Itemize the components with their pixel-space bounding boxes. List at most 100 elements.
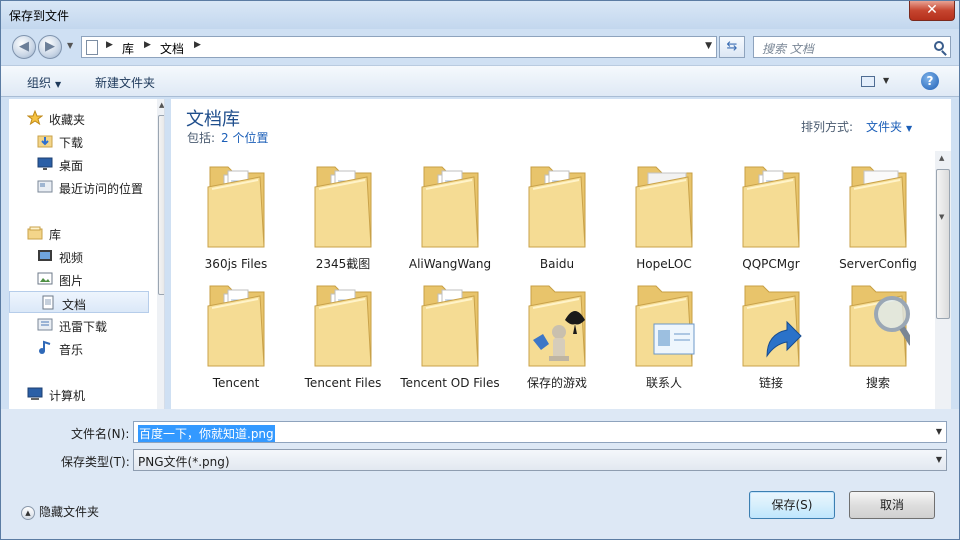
address-bar[interactable]: ▶ 库 ▶ 文档 ▶ ▼: [81, 36, 717, 58]
file-list-pane: 文档库 包括: 2 个位置 排列方式: 文件夹 ▼ 360js Files 2345截…: [171, 99, 951, 409]
folder-name: 2345截图: [315, 257, 371, 271]
window-title: 保存到文件: [9, 9, 70, 23]
navigation-pane: 收藏夹下载桌面最近访问的位置库视频图片文档迅雷下载 音乐计算机 ▲: [9, 99, 165, 409]
search-input[interactable]: 搜索 文档: [753, 36, 951, 58]
breadcrumb-documents[interactable]: 文档: [160, 40, 184, 57]
sidebar-item-star[interactable]: 收藏夹: [9, 107, 149, 129]
chevron-up-icon: ▲: [21, 505, 35, 520]
chevron-down-icon[interactable]: ▼: [936, 427, 942, 436]
breadcrumb-separator-icon[interactable]: ▶: [106, 40, 113, 50]
sidebar-item-video[interactable]: 视频: [9, 245, 149, 267]
breadcrumb-library[interactable]: 库: [122, 40, 134, 57]
folder-name: 联系人: [645, 376, 682, 390]
pictures-icon: [37, 271, 53, 286]
scrollbar-thumb[interactable]: [936, 169, 950, 319]
view-options-dropdown-icon[interactable]: ▼: [883, 76, 889, 85]
folder-name: Tencent OD Files: [400, 376, 500, 390]
new-folder-button[interactable]: 新建文件夹: [95, 74, 155, 91]
chevron-down-icon[interactable]: ▼: [936, 455, 942, 464]
chevron-down-icon: ▼: [55, 80, 62, 89]
music-icon: [37, 340, 53, 355]
sidebar-item-label: 图片: [59, 274, 84, 288]
chevron-down-icon: ▼: [906, 124, 913, 133]
back-button[interactable]: ◀: [12, 35, 36, 59]
sidebar-item-documents[interactable]: 文档: [9, 291, 149, 313]
cancel-button[interactable]: 取消: [849, 491, 935, 519]
folder-item[interactable]: 链接: [721, 280, 821, 398]
document-icon: [86, 40, 98, 55]
library-includes: 包括: 2 个位置: [187, 129, 269, 146]
folder-item[interactable]: 搜索: [828, 280, 928, 398]
filename-value[interactable]: 百度一下，你就知道.png: [138, 425, 275, 442]
folder-item[interactable]: 360js Files: [186, 161, 286, 279]
recent-pages-dropdown-icon[interactable]: ▼: [67, 41, 73, 50]
sidebar-item-recent-places[interactable]: 最近访问的位置: [9, 176, 149, 198]
filetype-select[interactable]: PNG文件(*.png) ▼: [133, 449, 947, 471]
navigation-scrollbar[interactable]: ▲: [157, 99, 164, 409]
downloads-folder-icon: [37, 133, 53, 148]
sidebar-item-computer[interactable]: 计算机: [9, 383, 149, 405]
locations-link[interactable]: 2 个位置: [221, 131, 268, 145]
hide-folders-toggle[interactable]: ▲ 隐藏文件夹: [21, 503, 99, 520]
sidebar-item-desktop[interactable]: 桌面: [9, 153, 149, 175]
sidebar-item-label: 收藏夹: [49, 113, 86, 127]
sort-by-dropdown[interactable]: 文件夹 ▼: [866, 118, 912, 135]
address-dropdown-icon[interactable]: ▼: [705, 41, 712, 51]
filename-label: 文件名(N):: [71, 427, 130, 441]
sidebar-item-music[interactable]: 音乐: [9, 337, 149, 359]
save-button[interactable]: 保存(S): [749, 491, 835, 519]
library-icon: [27, 225, 43, 240]
forward-button[interactable]: ▶: [38, 35, 62, 59]
title-bar[interactable]: 保存到文件 ✕: [1, 1, 959, 29]
folder-item[interactable]: 2345截图: [293, 161, 393, 279]
organize-menu-button[interactable]: 组织 ▼: [27, 74, 61, 91]
change-view-icon[interactable]: [861, 76, 875, 87]
refresh-button[interactable]: ⇆: [719, 36, 745, 58]
thunder-download-icon: [37, 317, 53, 332]
folder-item[interactable]: 联系人: [614, 280, 714, 398]
folder-name: QQPCMgr: [742, 257, 800, 271]
breadcrumb-separator-icon[interactable]: ▶: [144, 40, 151, 50]
filename-input[interactable]: 百度一下，你就知道.png ▼: [133, 421, 947, 443]
search-icon[interactable]: [934, 41, 944, 51]
sort-label: 排列方式:: [801, 120, 854, 134]
sidebar-item-label: 桌面: [59, 159, 84, 173]
sidebar-item-pictures[interactable]: 图片: [9, 268, 149, 290]
scroll-up-icon[interactable]: ▲: [159, 101, 164, 109]
folder-item[interactable]: Tencent: [186, 280, 286, 398]
folder-name: Baidu: [539, 257, 575, 271]
folder-item[interactable]: HopeLOC: [614, 161, 714, 279]
folder-item[interactable]: ServerConfig: [828, 161, 928, 279]
desktop-icon: [37, 156, 53, 171]
folder-item[interactable]: Tencent OD Files: [400, 280, 500, 398]
sidebar-item-downloads-folder[interactable]: 下载: [9, 130, 149, 152]
sidebar-item-label: 文档: [62, 298, 87, 312]
scroll-down-icon[interactable]: ▼: [939, 213, 944, 221]
help-icon[interactable]: ?: [921, 72, 939, 90]
video-icon: [37, 248, 53, 263]
folder-item[interactable]: Tencent Files: [293, 280, 393, 398]
save-form: 文件名(N): 百度一下，你就知道.png ▼ 保存类型(T): PNG文件(*…: [1, 409, 959, 539]
includes-label: 包括:: [187, 131, 216, 145]
scroll-up-icon[interactable]: ▲: [939, 154, 944, 162]
folder-name: AliWangWang: [408, 257, 492, 271]
folder-item[interactable]: AliWangWang: [400, 161, 500, 279]
scrollbar-thumb[interactable]: [158, 115, 164, 295]
folder-item[interactable]: Baidu: [507, 161, 607, 279]
breadcrumb-separator-icon[interactable]: ▶: [194, 40, 201, 50]
sidebar-item-library[interactable]: 库: [9, 222, 149, 244]
folder-name: ServerConfig: [839, 257, 917, 271]
command-toolbar: 组织 ▼ 新建文件夹 ▼ ?: [1, 65, 959, 97]
sidebar-item-thunder-download[interactable]: 迅雷下载: [9, 314, 149, 336]
folder-item[interactable]: QQPCMgr: [721, 161, 821, 279]
folder-item[interactable]: 保存的游戏: [507, 280, 607, 398]
sidebar-item-label: 计算机: [49, 389, 86, 403]
sidebar-item-label: 下载: [59, 136, 84, 150]
folder-name: HopeLOC: [636, 257, 692, 271]
recent-places-icon: [37, 179, 53, 194]
computer-icon: [27, 386, 43, 401]
file-list-scrollbar[interactable]: ▲ ▼: [935, 151, 951, 409]
close-button[interactable]: ✕: [909, 1, 955, 21]
folder-name: 保存的游戏: [526, 376, 587, 390]
sidebar-item-label: 库: [49, 228, 62, 242]
